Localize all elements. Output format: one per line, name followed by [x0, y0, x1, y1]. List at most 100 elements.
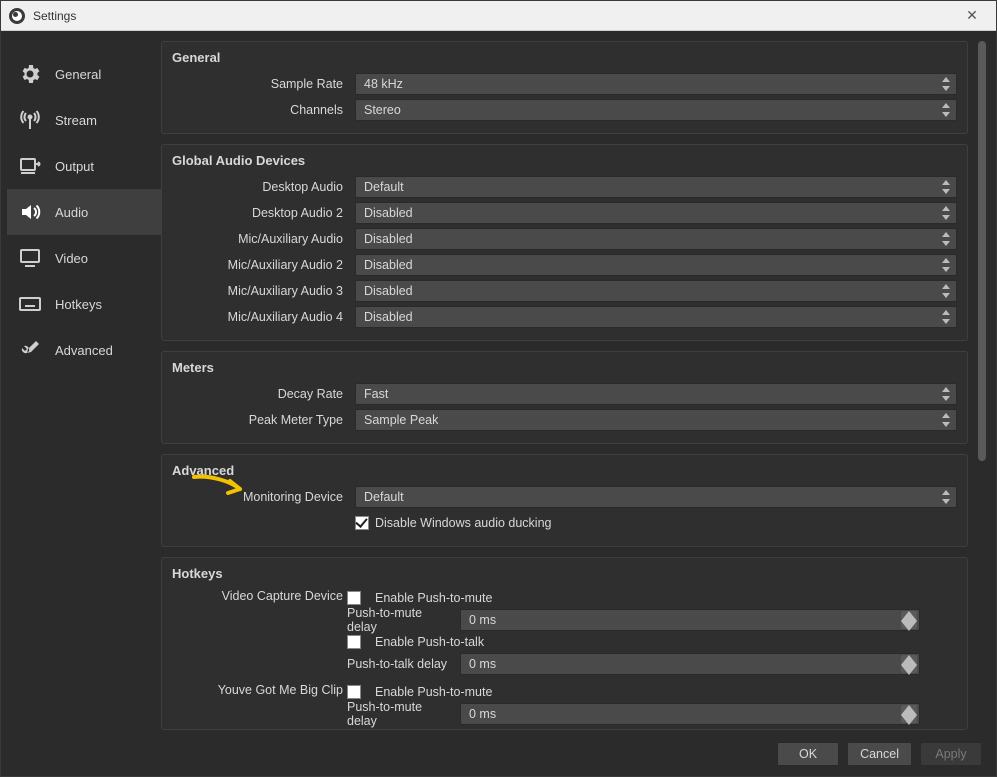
hotkey-line: Enable Push-to-talk	[347, 631, 957, 653]
updown-icon	[938, 204, 954, 222]
sidebar-item-general[interactable]: General	[7, 51, 161, 97]
close-icon[interactable]: ✕	[956, 7, 988, 24]
combo-decay-rate[interactable]: Fast	[355, 383, 957, 405]
combo-audio-device[interactable]: Disabled	[355, 254, 957, 276]
sidebar-item-output[interactable]: Output	[7, 143, 161, 189]
updown-icon	[938, 256, 954, 274]
combo-audio-device[interactable]: Disabled	[355, 228, 957, 250]
sidebar-item-video[interactable]: Video	[7, 235, 161, 281]
checkbox-disable-ducking[interactable]	[355, 516, 369, 530]
titlebar: Settings ✕	[1, 1, 996, 31]
settings-window: Settings ✕ General Stream Out	[0, 0, 997, 777]
row-audio-device: Mic/Auxiliary Audio 3 Disabled	[172, 278, 957, 304]
label-peak-meter-type: Peak Meter Type	[172, 413, 347, 427]
label-monitoring-device: Monitoring Device	[172, 490, 347, 504]
hotkey-delay-label: Push-to-mute delay	[347, 606, 452, 634]
combo-channels[interactable]: Stereo	[355, 99, 957, 121]
antenna-icon	[17, 107, 43, 133]
label-decay-rate: Decay Rate	[172, 387, 347, 401]
cancel-button[interactable]: Cancel	[847, 742, 912, 766]
label-audio-device: Mic/Auxiliary Audio 3	[172, 284, 347, 298]
row-monitoring-device: Monitoring Device Default	[172, 484, 957, 510]
label-audio-device: Mic/Auxiliary Audio 4	[172, 310, 347, 324]
hotkey-source-name: Youve Got Me Big Clip	[172, 681, 347, 697]
tools-icon	[17, 337, 43, 363]
hotkey-source: Video Capture DeviceEnable Push-to-muteP…	[172, 587, 957, 675]
content-wrap: General Sample Rate 48 kHz Channels Ster…	[161, 41, 986, 732]
checkbox-push-to-mute[interactable]	[347, 591, 361, 605]
sidebar-item-stream[interactable]: Stream	[7, 97, 161, 143]
updown-icon	[938, 385, 954, 403]
combo-sample-rate[interactable]: 48 kHz	[355, 73, 957, 95]
hotkey-line: Push-to-mute delay 0 ms	[347, 703, 957, 725]
label-audio-device: Mic/Auxiliary Audio 2	[172, 258, 347, 272]
sidebar-item-audio[interactable]: Audio	[7, 189, 161, 235]
gear-icon	[17, 61, 43, 87]
group-title: General	[172, 50, 957, 65]
spin-delay[interactable]: 0 ms	[460, 653, 920, 675]
row-audio-device: Mic/Auxiliary Audio 4 Disabled	[172, 304, 957, 330]
combo-audio-device[interactable]: Disabled	[355, 280, 957, 302]
checkbox-push-to-mute[interactable]	[347, 685, 361, 699]
combo-audio-device[interactable]: Disabled	[355, 306, 957, 328]
sidebar-item-label: Video	[55, 251, 88, 266]
spin-delay[interactable]: 0 ms	[460, 609, 920, 631]
combo-monitoring-device[interactable]: Default	[355, 486, 957, 508]
spin-delay[interactable]: 0 ms	[460, 703, 920, 725]
updown-icon	[938, 488, 954, 506]
ok-button[interactable]: OK	[777, 742, 839, 766]
sidebar-item-label: Stream	[55, 113, 97, 128]
updown-icon	[938, 308, 954, 326]
hotkey-line: Push-to-talk delay 0 ms	[347, 653, 957, 675]
monitor-icon	[17, 245, 43, 271]
group-title: Advanced	[172, 463, 957, 478]
row-sample-rate: Sample Rate 48 kHz	[172, 71, 957, 97]
speaker-icon	[17, 199, 43, 225]
hotkey-check-label: Enable Push-to-talk	[375, 635, 484, 649]
scrollbar-thumb[interactable]	[978, 41, 986, 461]
updown-icon	[938, 75, 954, 93]
window-body: General Stream Output Audio	[1, 31, 996, 732]
updown-icon	[901, 705, 917, 723]
updown-icon	[901, 611, 917, 629]
hotkey-delay-label: Push-to-talk delay	[347, 657, 452, 671]
checkbox-push-to-talk[interactable]	[347, 635, 361, 649]
label-sample-rate: Sample Rate	[172, 77, 347, 91]
scrollbar[interactable]	[978, 41, 986, 732]
group-general: General Sample Rate 48 kHz Channels Ster…	[161, 41, 968, 134]
label-audio-device: Desktop Audio 2	[172, 206, 347, 220]
sidebar-item-label: General	[55, 67, 101, 82]
sidebar-item-label: Advanced	[55, 343, 113, 358]
group-title: Meters	[172, 360, 957, 375]
combo-audio-device[interactable]: Default	[355, 176, 957, 198]
label-audio-device: Desktop Audio	[172, 180, 347, 194]
group-hotkeys: Hotkeys Video Capture DeviceEnable Push-…	[161, 557, 968, 730]
sidebar: General Stream Output Audio	[1, 41, 161, 732]
group-advanced: Advanced Monitoring Device Default Disab…	[161, 454, 968, 547]
sidebar-item-label: Audio	[55, 205, 88, 220]
sidebar-item-hotkeys[interactable]: Hotkeys	[7, 281, 161, 327]
row-audio-device: Desktop Audio Default	[172, 174, 957, 200]
updown-icon	[938, 178, 954, 196]
apply-button[interactable]: Apply	[920, 742, 982, 766]
combo-audio-device[interactable]: Disabled	[355, 202, 957, 224]
group-title: Hotkeys	[172, 566, 957, 581]
dialog-footer: OK Cancel Apply	[1, 732, 996, 776]
keyboard-icon	[17, 291, 43, 317]
hotkey-check-label: Enable Push-to-mute	[375, 591, 492, 605]
sidebar-item-label: Hotkeys	[55, 297, 102, 312]
row-peak-meter-type: Peak Meter Type Sample Peak	[172, 407, 957, 433]
label-channels: Channels	[172, 103, 347, 117]
hotkey-source: Youve Got Me Big ClipEnable Push-to-mute…	[172, 681, 957, 725]
label-audio-device: Mic/Auxiliary Audio	[172, 232, 347, 246]
row-audio-device: Mic/Auxiliary Audio Disabled	[172, 226, 957, 252]
sidebar-item-advanced[interactable]: Advanced	[7, 327, 161, 373]
row-ducking: Disable Windows audio ducking	[172, 510, 957, 536]
row-audio-device: Desktop Audio 2 Disabled	[172, 200, 957, 226]
combo-peak-meter-type[interactable]: Sample Peak	[355, 409, 957, 431]
output-icon	[17, 153, 43, 179]
updown-icon	[938, 411, 954, 429]
hotkey-delay-label: Push-to-mute delay	[347, 700, 452, 728]
updown-icon	[901, 655, 917, 673]
app-icon	[9, 8, 25, 24]
